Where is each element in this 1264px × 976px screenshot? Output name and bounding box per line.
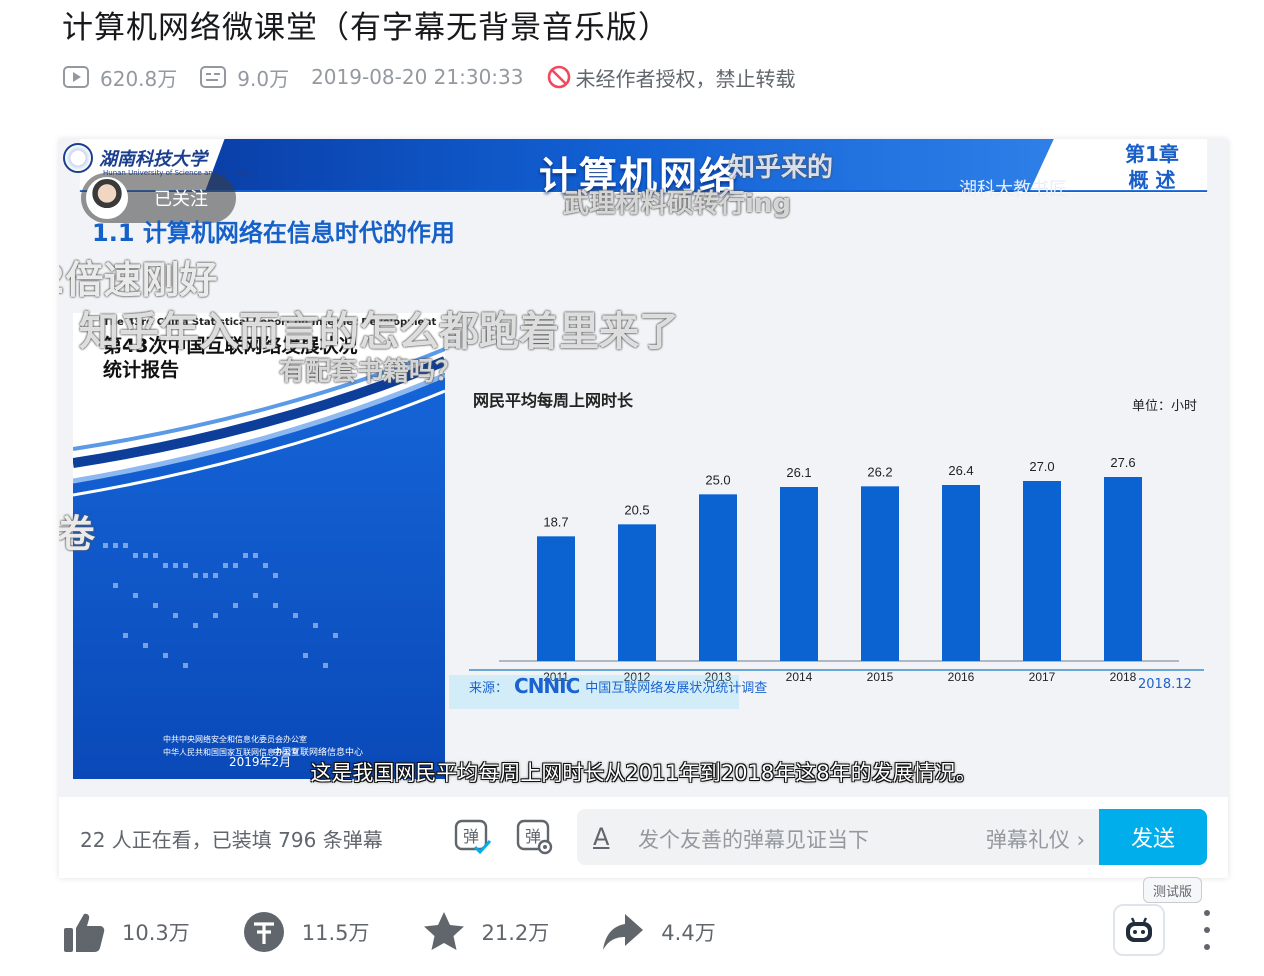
svg-text:弹: 弹 (525, 827, 541, 846)
chart-value-label: 27.0 (1029, 459, 1054, 474)
video-frame[interactable]: 湖南科技大学 Hunan University of Science and T… (59, 139, 1228, 797)
star-icon[interactable] (422, 910, 466, 954)
viewer-count: 22 人正在看，已装填 796 条弹幕 (80, 828, 383, 852)
chart-bar (537, 536, 575, 661)
chart-value-label: 18.7 (543, 514, 568, 529)
chapter-number: 第1章 (1125, 142, 1179, 166)
chart-value-label: 25.0 (705, 472, 730, 487)
chart-bar (699, 494, 737, 661)
danmaku-settings-icon[interactable]: 弹 (515, 817, 555, 857)
danmaku-item: 知乎来的 (729, 153, 834, 183)
source-divider (469, 669, 1204, 671)
chart-value-label: 26.4 (948, 463, 973, 478)
svg-text:弹: 弹 (463, 827, 479, 846)
danmaku-item: 武理材料硕转行ing (563, 189, 792, 219)
source-date: 2018.12 (1138, 677, 1192, 692)
play-count: 620.8万 (62, 63, 177, 92)
chart-value-label: 26.2 (867, 464, 892, 479)
subtitle-line: 这是我国网民平均每周上网时长从2011年到2018年这8年的发展情况。 (310, 761, 977, 785)
chart-bar (861, 486, 899, 661)
danmaku-bar: 22 人正在看，已装填 796 条弹幕 弹 弹 A 发个友善的弹幕见证当下 弹幕… (59, 797, 1228, 878)
chart-category-label: 2015 (867, 670, 894, 684)
coin-button[interactable]: 11.5万 (242, 910, 370, 954)
danmaku-item: 开卷 (59, 512, 96, 556)
school-name: 湖南科技大学 (99, 149, 207, 170)
share-button[interactable]: 4.4万 (601, 910, 716, 954)
etiquette-label[interactable]: 弹幕礼仪 (986, 828, 1070, 852)
chart-bar (942, 485, 980, 661)
send-button[interactable]: 发送 (1099, 809, 1207, 865)
chart-bar (1023, 481, 1061, 661)
video-title: 计算机网络微课堂（有字幕无背景音乐版） (62, 10, 670, 46)
chart-title: 网民平均每周上网时长 (473, 391, 634, 410)
more-options-icon[interactable] (1197, 910, 1217, 950)
danmaku-item: 2倍速刚好 (59, 258, 218, 302)
video-meta: 620.8万 9.0万 2019-08-20 21:30:33 未经作者授权，禁… (62, 62, 818, 92)
video-player[interactable]: 湖南科技大学 Hunan University of Science and T… (59, 139, 1228, 878)
copyright-notice: 未经作者授权，禁止转载 (546, 63, 796, 92)
share-count[interactable]: 4.4万 (661, 917, 715, 947)
chart-plot: 18.7201120.5201225.0201326.1201426.22015… (499, 455, 1179, 684)
chart-source: 来源： CNNIC 中国互联网络发展状况统计调查 (469, 674, 767, 698)
section-heading: 1.1 计算机网络在信息时代的作用 (92, 219, 455, 247)
chapter-label: 第1章 概 述 (1125, 141, 1179, 193)
chart-category-label: 2014 (786, 670, 813, 684)
chapter-name: 概 述 (1128, 168, 1176, 192)
like-button[interactable]: 10.3万 (62, 910, 190, 954)
chart-value-label: 26.1 (786, 465, 811, 480)
coin-count[interactable]: 11.5万 (302, 917, 370, 947)
copyright-text: 未经作者授权，禁止转载 (575, 66, 796, 91)
robot-icon[interactable] (1124, 916, 1154, 944)
thumbs-up-icon[interactable] (62, 910, 106, 954)
chart-bar (618, 524, 656, 661)
danmaku-input[interactable]: A 发个友善的弹幕见证当下 弹幕礼仪 › (577, 809, 1099, 865)
prohibited-icon (547, 65, 570, 89)
chart-value-label: 20.5 (624, 502, 649, 517)
chart-category-label: 2016 (948, 670, 975, 684)
favorite-count[interactable]: 21.2万 (482, 917, 550, 947)
danmaku-etiquette-link[interactable]: 弹幕礼仪 › (986, 824, 1085, 854)
follow-label[interactable]: 已关注 (154, 185, 208, 211)
danmaku-item: 有配套书籍吗？ (279, 357, 462, 387)
font-style-icon[interactable]: A (593, 823, 609, 851)
danmaku-total-value: 9.0万 (237, 66, 290, 91)
play-count-value: 620.8万 (100, 66, 178, 91)
share-arrow-icon[interactable] (601, 910, 645, 954)
chevron-right-icon[interactable]: › (1077, 828, 1085, 852)
slide-tag: 湖科大教书匠 (959, 179, 1067, 200)
chart-value-label: 27.6 (1110, 455, 1135, 470)
danmaku-icon (200, 66, 227, 88)
report-title-cn-2: 统计报告 (103, 359, 180, 381)
action-bar: 10.3万 11.5万 21.2万 4.4万 (62, 905, 768, 959)
play-icon (63, 66, 89, 88)
favorite-button[interactable]: 21.2万 (422, 910, 550, 954)
danmaku-total: 9.0万 (199, 63, 289, 92)
source-prefix: 来源： (469, 680, 509, 696)
beta-badge: 测试版 (1143, 877, 1202, 903)
publish-time: 2019-08-20 21:30:33 (311, 65, 524, 89)
coin-icon[interactable] (242, 910, 286, 954)
chart-category-label: 2018 (1110, 670, 1137, 684)
school-seal-icon (63, 143, 93, 173)
danmaku-placeholder[interactable]: 发个友善的弹幕见证当下 (638, 824, 869, 854)
danmaku-toggle-icon[interactable]: 弹 (453, 817, 493, 857)
like-count[interactable]: 10.3万 (122, 917, 190, 947)
ai-assistant-button[interactable] (1113, 904, 1165, 956)
source-text: 中国互联网络发展状况统计调查 (585, 680, 768, 696)
chart-category-label: 2017 (1029, 670, 1056, 684)
cnnic-logo: CNNIC (514, 674, 580, 698)
chart-bar (780, 487, 818, 661)
chart-bar (1104, 477, 1142, 661)
hours-chart: 网民平均每周上网时长 单位：小时 18.7 2011 20.5 2012 25.0 201… (469, 371, 1209, 711)
danmaku-item: 知乎年入而言的怎么都跑着里来了 (79, 309, 679, 355)
